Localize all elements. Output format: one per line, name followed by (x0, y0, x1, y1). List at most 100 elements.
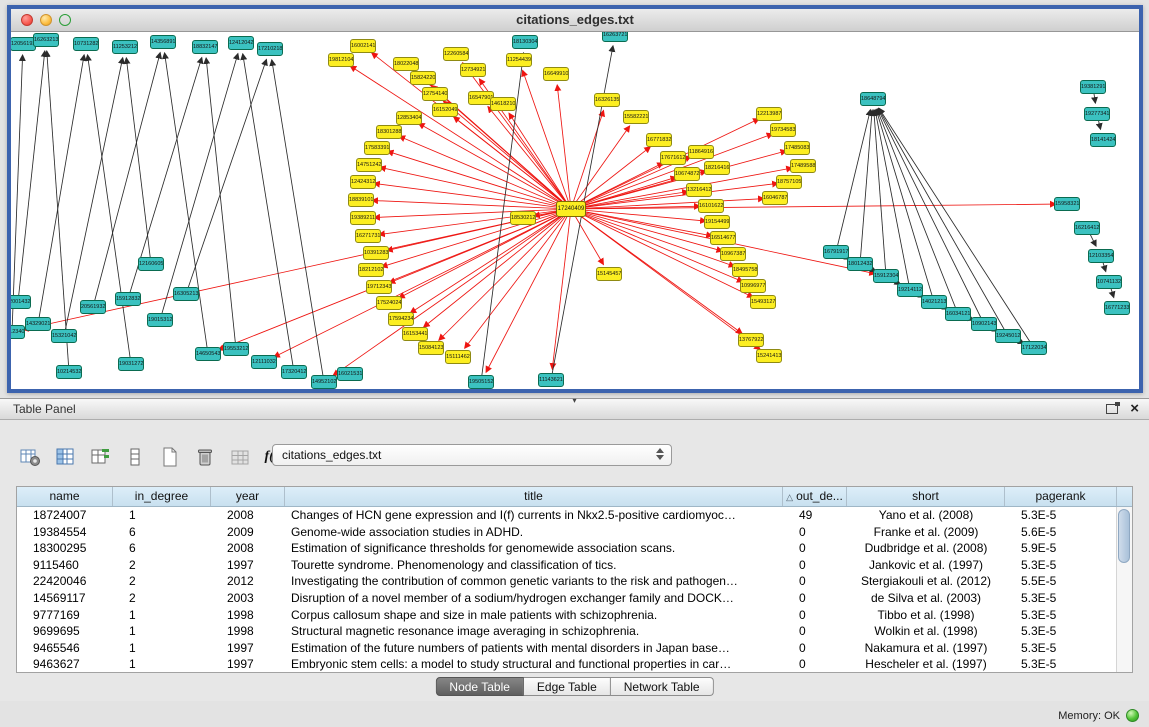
graph-node[interactable]: 16791917 (823, 245, 849, 259)
graph-node[interactable]: 16101622 (698, 199, 724, 213)
table-row[interactable]: 946554611997Estimation of the future num… (17, 640, 1117, 657)
column-header-in_degree[interactable]: in_degree (113, 487, 211, 506)
graph-node[interactable]: 18530212 (510, 211, 536, 225)
table-row[interactable]: 1456911722003Disruption of a novel membe… (17, 590, 1117, 607)
graph-node[interactable]: 10391283 (363, 246, 389, 260)
delete-table-icon[interactable] (193, 445, 217, 469)
graph-node[interactable]: 11254439 (506, 53, 532, 67)
graph-node[interactable]: 16002141 (350, 39, 376, 53)
network-view-window[interactable]: citations_edges.txt 17240409180220481582… (7, 5, 1143, 393)
graph-node[interactable]: 17524024 (376, 296, 402, 310)
graph-node[interactable]: 15582221 (623, 110, 649, 124)
graph-node[interactable]: 16326135 (594, 93, 620, 107)
graph-node[interactable]: 19154499 (704, 215, 730, 229)
graph-node[interactable]: 15084123 (418, 341, 444, 355)
float-panel-icon[interactable] (1106, 404, 1118, 414)
graph-node[interactable]: 18012432 (847, 257, 873, 271)
graph-node[interactable]: 11143621 (538, 373, 564, 387)
graph-node[interactable]: 13216412 (686, 183, 712, 197)
table-row[interactable]: 969969511998Structural magnetic resonanc… (17, 623, 1117, 640)
memory-status-indicator[interactable] (1126, 709, 1139, 722)
graph-node[interactable]: 14021213 (921, 295, 947, 309)
close-window-button[interactable] (21, 14, 33, 26)
column-header-pagerank[interactable]: pagerank (1005, 487, 1117, 506)
rows-icon[interactable] (123, 445, 147, 469)
graph-node[interactable]: 15111462 (445, 350, 471, 364)
graph-node[interactable]: 16153441 (402, 327, 428, 341)
graph-node[interactable]: 16771832 (646, 133, 672, 147)
graph-node[interactable]: 16034121 (945, 307, 971, 321)
graph-node[interactable]: 16021531 (337, 367, 363, 381)
table-row[interactable]: 2242004622012Investigating the contribut… (17, 573, 1117, 590)
graph-node[interactable]: 10674872 (674, 167, 700, 181)
graph-node[interactable]: 18022048 (393, 57, 419, 71)
graph-node[interactable]: 12213987 (756, 107, 782, 121)
tab-edge-table[interactable]: Edge Table (524, 677, 611, 696)
graph-node[interactable]: 16305213 (173, 287, 199, 301)
graph-node[interactable]: 16263721 (602, 32, 628, 42)
graph-node[interactable]: 18301288 (376, 125, 402, 139)
graph-node[interactable]: 11253212 (112, 40, 138, 54)
table-settings-icon[interactable] (18, 445, 42, 469)
scrollbar-thumb[interactable] (1118, 509, 1130, 563)
graph-node[interactable]: 14329021 (25, 317, 51, 331)
graph-node[interactable]: 14618210 (490, 97, 516, 111)
graph-node[interactable]: 15912832 (115, 292, 141, 306)
graph-node[interactable]: 17240409 (556, 201, 586, 217)
graph-node[interactable]: 17489588 (790, 159, 816, 173)
graph-node[interactable]: 10731282 (73, 37, 99, 51)
graph-node[interactable]: 12260584 (443, 47, 469, 61)
column-header-name[interactable]: name (17, 487, 113, 506)
graph-node[interactable]: 12734921 (460, 63, 486, 77)
panel-divider-grip[interactable]: ▾ (572, 396, 576, 405)
graph-node[interactable]: 18212102 (358, 263, 384, 277)
select-columns-icon[interactable] (53, 445, 77, 469)
graph-node[interactable]: 19812104 (328, 53, 354, 67)
graph-node[interactable]: 13767922 (738, 333, 764, 347)
graph-node[interactable]: 19553212 (223, 342, 249, 356)
graph-node[interactable]: 18141424 (1090, 133, 1116, 147)
graph-node[interactable]: 19734583 (770, 123, 796, 137)
graph-node[interactable]: 15912304 (873, 269, 899, 283)
graph-node[interactable]: 17583391 (364, 141, 390, 155)
graph-node[interactable]: 18130304 (512, 35, 538, 49)
network-canvas[interactable]: 1724040918022048158242201275414016152049… (11, 32, 1139, 389)
graph-node[interactable]: 18648794 (860, 92, 886, 106)
graph-node[interactable]: 19505152 (468, 375, 494, 389)
import-table-icon[interactable] (228, 445, 252, 469)
table-vertical-scrollbar[interactable] (1116, 507, 1132, 672)
graph-node[interactable]: 15958321 (1054, 197, 1080, 211)
column-header-year[interactable]: year (211, 487, 285, 506)
graph-node[interactable]: 10967387 (720, 247, 746, 261)
graph-node[interactable]: 17594234 (388, 312, 414, 326)
column-header-short[interactable]: short (847, 487, 1005, 506)
table-row[interactable]: 1830029562008Estimation of significance … (17, 540, 1117, 557)
zoom-window-button[interactable] (59, 14, 71, 26)
graph-node[interactable]: 14751242 (356, 158, 382, 172)
graph-node[interactable]: 14650543 (195, 347, 221, 361)
graph-node[interactable]: 16271731 (355, 229, 381, 243)
graph-node[interactable]: 19389211 (350, 211, 376, 225)
table-row[interactable]: 946362711997Embryonic stem cells: a mode… (17, 656, 1117, 673)
graph-node[interactable]: 10996977 (740, 279, 766, 293)
graph-node[interactable]: 13212340 (11, 325, 25, 339)
table-row[interactable]: 977716911998Corpus callosum shape and si… (17, 607, 1117, 624)
minimize-window-button[interactable] (40, 14, 52, 26)
graph-node[interactable]: 16216412 (1074, 221, 1100, 235)
graph-node[interactable]: 20561932 (80, 300, 106, 314)
new-document-icon[interactable] (158, 445, 182, 469)
graph-node[interactable]: 19245012 (995, 329, 1021, 343)
graph-node[interactable]: 16152049 (432, 103, 458, 117)
graph-node[interactable]: 12412042 (228, 36, 254, 50)
graph-node[interactable]: 14356891 (150, 35, 176, 49)
graph-node[interactable]: 16649910 (543, 67, 569, 81)
graph-node[interactable]: 15321042 (51, 329, 77, 343)
graph-node[interactable]: 18495758 (732, 263, 758, 277)
graph-node[interactable]: 18757105 (776, 175, 802, 189)
table-row[interactable]: 1872400712008Changes of HCN gene express… (17, 507, 1117, 524)
graph-node[interactable]: 16514677 (710, 231, 736, 245)
graph-node[interactable]: 16046787 (762, 191, 788, 205)
window-titlebar[interactable]: citations_edges.txt (11, 9, 1139, 32)
table-row[interactable]: 1938455462009Genome-wide association stu… (17, 524, 1117, 541)
tab-node-table[interactable]: Node Table (435, 677, 524, 696)
